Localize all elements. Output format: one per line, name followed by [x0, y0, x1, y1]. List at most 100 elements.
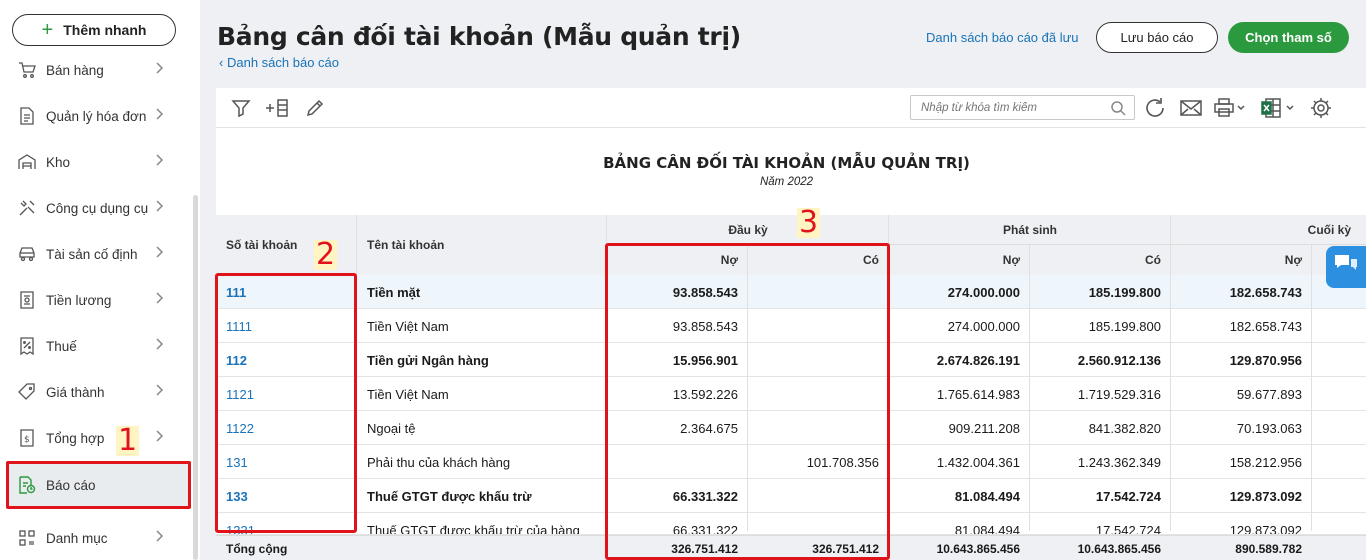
sidebar-item-sales[interactable]: Bán hàng — [0, 50, 190, 90]
print-icon[interactable] — [1214, 96, 1246, 120]
annotation-marker-3: 3 — [797, 205, 821, 240]
email-icon[interactable] — [1179, 96, 1203, 120]
cell-period-credit: 1.243.362.349 — [1077, 454, 1161, 470]
cell-opening-debit: 13.592.226 — [672, 386, 738, 402]
cart-icon — [18, 61, 36, 79]
table-row[interactable]: 133 Thuế GTGT được khấu trừ 66.331.322 81.0… — [216, 479, 1366, 513]
sidebar-scrollbar[interactable] — [193, 195, 198, 560]
sidebar-item-general-ledger[interactable]: $ Tổng hợp — [0, 418, 190, 458]
table-row[interactable]: 111 Tiền mặt 93.858.543 274.000.000 185.199.… — [216, 275, 1366, 309]
total-period-credit: 10.643.865.456 — [1077, 541, 1161, 556]
back-to-reports-link[interactable]: ‹ Danh sách báo cáo — [219, 55, 339, 70]
col-closing-debit[interactable]: Nợ — [1171, 245, 1312, 275]
choose-parameters-button[interactable]: Chọn tham số — [1228, 22, 1349, 53]
chevron-left-icon: ‹ — [219, 55, 224, 70]
report-subtitle: Năm 2022 — [759, 176, 814, 188]
cell-account-name: Thuế GTGT được khấu trừ — [367, 488, 532, 504]
cell-period-debit: 909.211.208 — [948, 420, 1020, 436]
sidebar-item-warehouse[interactable]: Kho — [0, 142, 190, 182]
cell-period-credit: 185.199.800 — [1088, 284, 1161, 300]
sidebar-item-label: Danh mục — [46, 530, 108, 546]
cell-account-name: Tiền Việt Nam — [367, 318, 449, 334]
sidebar-item-categories[interactable]: Danh mục — [0, 518, 190, 558]
table-row[interactable]: 112 Tiền gửi Ngân hàng 15.956.901 2.674.826… — [216, 343, 1366, 377]
col-account-name[interactable]: Tên tài khoản — [357, 215, 607, 275]
cell-opening-credit — [748, 377, 889, 411]
cell-opening-debit: 66.331.322 — [672, 488, 738, 504]
tools-icon — [18, 199, 36, 217]
chevron-right-icon — [156, 108, 164, 123]
cell-period-debit: 274.000.000 — [947, 318, 1020, 334]
total-period-debit: 10.643.865.456 — [936, 541, 1020, 556]
cell-account-no[interactable]: 1121 — [216, 377, 356, 411]
chevron-right-icon — [156, 430, 164, 445]
chevron-right-icon — [156, 200, 164, 215]
search-input[interactable] — [911, 96, 1101, 119]
warehouse-icon — [18, 153, 36, 171]
cell-closing-debit: 129.873.092 — [1229, 522, 1302, 535]
col-period-credit[interactable]: Có — [1030, 245, 1171, 275]
sidebar-item-costing[interactable]: Giá thành — [0, 372, 190, 412]
table-row[interactable]: 1122 Ngoại tệ 2.364.675 909.211.208 841.382.… — [216, 411, 1366, 445]
grid-icon — [18, 529, 36, 547]
chevron-right-icon — [156, 292, 164, 307]
filter-icon[interactable] — [229, 96, 253, 120]
sidebar-item-invoices[interactable]: Quản lý hóa đơn — [0, 96, 190, 136]
edit-icon[interactable] — [303, 96, 327, 120]
settings-icon[interactable] — [1309, 96, 1333, 120]
sidebar-item-payroll[interactable]: Tiền lương — [0, 280, 190, 320]
add-column-icon[interactable] — [265, 96, 289, 120]
col-group-period: Phát sinh — [1002, 223, 1057, 237]
search-icon[interactable] — [1110, 100, 1126, 121]
back-link-label: Danh sách báo cáo — [226, 55, 339, 70]
sidebar-item-label: Công cụ dụng cụ — [46, 200, 149, 216]
col-group-closing: Cuối kỳ — [1307, 223, 1351, 237]
save-report-button[interactable]: Lưu báo cáo — [1096, 22, 1218, 53]
cell-period-credit: 17.542.724 — [1095, 488, 1161, 504]
cell-period-credit: 841.382.820 — [1088, 420, 1161, 436]
cell-closing-debit: 129.873.092 — [1229, 488, 1302, 504]
refresh-icon[interactable] — [1143, 96, 1167, 120]
total-closing-debit: 890.589.782 — [1235, 541, 1302, 556]
sidebar-item-tools[interactable]: Công cụ dụng cụ — [0, 188, 190, 228]
svg-text:$: $ — [24, 435, 30, 445]
cell-closing-debit: 158.212.956 — [1229, 454, 1302, 470]
cell-account-no[interactable]: 1111 — [216, 309, 356, 343]
chat-support-button[interactable] — [1326, 246, 1366, 288]
cell-opening-debit: 2.364.675 — [680, 420, 738, 436]
table-row[interactable]: 1121 Tiền Việt Nam 13.592.226 1.765.614.983… — [216, 377, 1366, 411]
saved-reports-link[interactable]: Danh sách báo cáo đã lưu — [926, 30, 1079, 45]
col-opening-debit[interactable]: Nợ — [607, 245, 748, 275]
cell-account-no[interactable]: 133 — [216, 479, 356, 513]
chat-icon — [1333, 253, 1359, 282]
table-row[interactable]: 131 Phải thu của khách hàng 101.708.356 1.4… — [216, 445, 1366, 479]
sidebar-item-fixed-assets[interactable]: Tài sản cố định — [0, 234, 190, 274]
cell-account-name: Phải thu của khách hàng — [367, 454, 511, 470]
excel-icon[interactable] — [1261, 96, 1295, 120]
quick-add-button[interactable]: + Thêm nhanh — [12, 14, 176, 46]
cell-account-no[interactable]: 1122 — [216, 411, 356, 445]
cell-period-debit: 81.084.494 — [954, 522, 1020, 535]
total-opening-debit: 326.751.412 — [671, 541, 738, 556]
cell-account-name: Tiền gửi Ngân hàng — [367, 352, 489, 368]
sidebar-item-label: Tổng hợp — [46, 430, 105, 446]
tax-icon — [18, 337, 36, 355]
cell-opening-debit: 93.858.543 — [672, 284, 738, 300]
cell-closing-debit: 182.658.743 — [1229, 284, 1302, 300]
col-period-debit[interactable]: Nợ — [889, 245, 1030, 275]
report-icon — [18, 476, 36, 494]
cell-account-no[interactable]: 111 — [216, 275, 356, 309]
sidebar-item-tax[interactable]: Thuế — [0, 326, 190, 366]
cell-account-no[interactable]: 1331 — [216, 513, 356, 535]
cell-opening-credit — [748, 411, 889, 445]
cell-period-debit: 1.765.614.983 — [936, 386, 1020, 402]
chevron-right-icon — [156, 384, 164, 399]
col-opening-credit[interactable]: Có — [748, 245, 889, 275]
sidebar-item-reports[interactable]: Báo cáo — [6, 461, 191, 509]
cell-closing-debit: 182.658.743 — [1229, 318, 1302, 334]
table-row[interactable]: 1331 Thuế GTGT được khấu trừ của hàng 66.3… — [216, 513, 1366, 535]
table-row[interactable]: 1111 Tiền Việt Nam 93.858.543 274.000.000 18… — [216, 309, 1366, 343]
cell-account-name: Tiền mặt — [367, 284, 421, 300]
cell-account-no[interactable]: 112 — [216, 343, 356, 377]
cell-account-no[interactable]: 131 — [216, 445, 356, 479]
